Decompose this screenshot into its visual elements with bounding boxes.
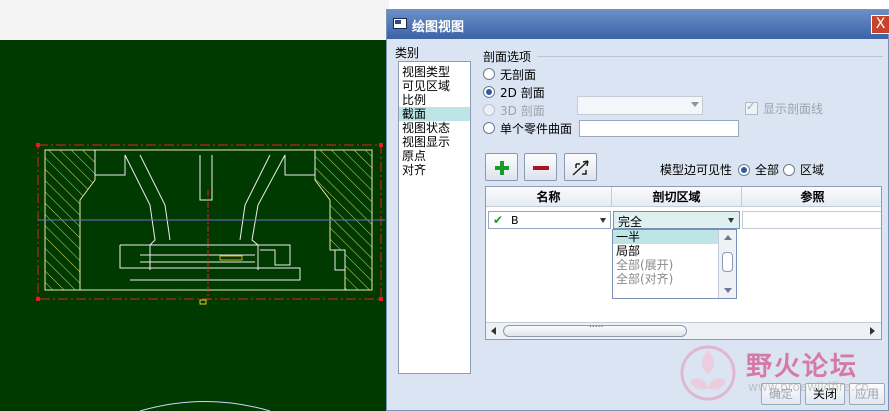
scroll-thumb[interactable]: ..... [503,320,687,337]
radio-2d-section-label: 2D 剖面 [500,85,545,100]
show-section-lines-checkbox [745,100,758,115]
scroll-thumb-grip: ..... [589,320,604,330]
table-horizontal-scrollbar[interactable]: ..... [486,320,881,339]
radio-3d-section: 3D 剖面 [483,102,545,118]
category-sections[interactable]: 截面 [399,107,470,121]
minus-icon [533,166,549,170]
flip-direction-button[interactable] [564,153,597,181]
radio-3d-section-label: 3D 剖面 [500,103,545,118]
radio-visibility-area[interactable] [783,163,796,176]
area-option-full-aligned[interactable]: 全部(对齐) [613,272,716,286]
flip-arrows-icon [572,160,589,176]
area-option-half[interactable]: 一半 [613,230,720,244]
category-visible-area[interactable]: 可见区域 [399,79,470,93]
forum-watermark: 野火论坛 www.proewildfire.cn [676,338,876,408]
column-header-reference[interactable]: 参照 [742,187,881,207]
row-name-value: B [511,214,519,227]
category-view-type[interactable]: 视图类型 [399,65,470,79]
category-view-states[interactable]: 视图状态 [399,121,470,135]
cad-workspace[interactable] [0,0,389,411]
radio-no-section[interactable]: 无剖面 [483,66,536,82]
show-section-lines: 显示剖面线 [745,100,823,117]
chevron-down-icon [600,218,606,223]
dialog-title: 绘图视图 [412,20,465,35]
watermark-title: 野火论坛 [746,352,859,382]
area-dropdown-list[interactable]: 一半 局部 全部(展开) 全部(对齐) [612,229,737,299]
watermark-url: www.proewildfire.cn [748,380,869,394]
part-surface-field[interactable] [579,120,739,137]
chevron-down-icon[interactable] [724,288,732,293]
scroll-right-icon[interactable] [870,327,875,335]
dialog-titlebar[interactable]: 绘图视图 [387,10,888,39]
close-icon[interactable]: X [871,15,889,34]
check-icon: ✔ [493,213,504,227]
radio-3d-section-circle [483,104,495,116]
edge-visibility-label: 模型边可见性 [660,163,733,177]
add-section-button[interactable] [485,153,518,181]
radio-visibility-area-label: 区域 [800,163,825,177]
radio-2d-section-circle[interactable] [483,86,495,98]
row-reference-field[interactable] [742,211,881,229]
categories-label: 类别 [395,46,420,60]
radio-visibility-all-label: 全部 [755,163,780,177]
area-option-local[interactable]: 局部 [613,244,716,258]
window-icon [393,18,407,29]
radio-visibility-all[interactable] [738,163,751,176]
edge-visibility: 模型边可见性 全部 区域 [660,161,824,178]
radio-single-part-label: 单个零件曲面 [500,121,573,136]
radio-single-part-circle[interactable] [483,122,495,134]
radio-no-section-label: 无剖面 [500,67,537,82]
radio-no-section-circle[interactable] [483,68,495,80]
dropdown-scrollbar[interactable] [718,230,736,298]
chevron-up-icon[interactable] [724,235,732,240]
section-divider [537,56,883,57]
show-section-lines-label: 显示剖面线 [763,102,824,116]
drag-handle[interactable] [199,299,207,305]
dropdown-scroll-thumb[interactable] [722,252,733,272]
column-header-area[interactable]: 剖切区域 [612,187,742,207]
category-view-display[interactable]: 视图显示 [399,135,470,149]
category-scale[interactable]: 比例 [399,93,470,107]
3d-section-select [577,96,703,115]
radio-single-part-surface[interactable]: 单个零件曲面 [483,120,572,136]
area-option-full-unfold[interactable]: 全部(展开) [613,258,716,272]
row-area-value: 完全 [618,215,643,229]
row-name-select[interactable]: ✔ B [488,211,611,229]
drawing-section-view[interactable] [0,0,389,411]
flame-logo-icon [680,345,736,401]
scroll-left-icon[interactable] [491,327,496,335]
column-header-name[interactable]: 名称 [486,187,612,207]
category-alignment[interactable]: 对齐 [399,163,470,177]
categories-list[interactable]: 视图类型 可见区域 比例 截面 视图状态 视图显示 原点 对齐 [398,61,471,374]
radio-2d-section[interactable]: 2D 剖面 [483,84,545,100]
chevron-down-icon [728,218,734,223]
chevron-down-icon [691,102,699,107]
remove-section-button[interactable] [524,153,557,181]
category-origin[interactable]: 原点 [399,149,470,163]
section-options-label: 剖面选项 [483,50,532,64]
row-area-select[interactable]: 完全 [613,211,740,229]
